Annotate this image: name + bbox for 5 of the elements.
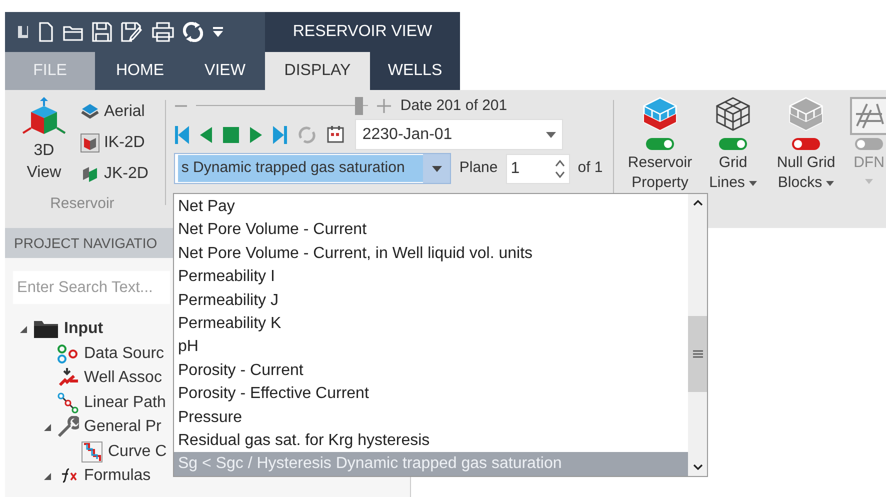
- plane-label: Plane: [459, 158, 498, 178]
- window-title: RESERVOIR VIEW: [265, 12, 460, 52]
- group-label: Reservoir: [50, 194, 114, 214]
- plane-count: of 1: [578, 158, 603, 178]
- date-label: Date 201 of 201: [400, 96, 508, 116]
